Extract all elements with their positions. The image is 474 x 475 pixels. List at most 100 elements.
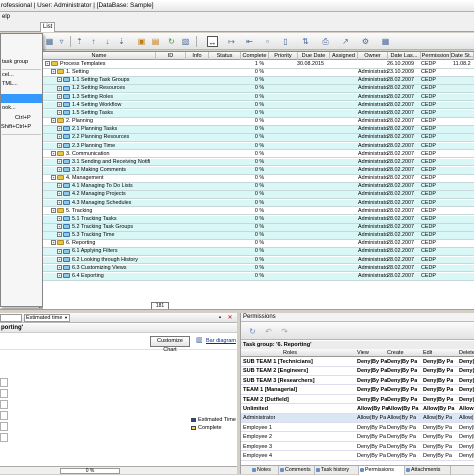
permission-delete-cell[interactable]: Deny|By Pa (459, 358, 474, 367)
expand-icon[interactable]: + (51, 69, 56, 75)
table-row[interactable]: +4.3 Managing Schedules 0 % Administrator 2… (43, 199, 474, 208)
column-header[interactable]: Edit (423, 349, 432, 357)
permission-edit-cell[interactable]: Deny|By Pa (423, 386, 453, 395)
permission-view-cell[interactable]: Allow|By Pa (357, 405, 389, 414)
expand-icon[interactable]: + (51, 150, 56, 156)
permission-view-cell[interactable]: Deny|By Pa (357, 358, 387, 367)
estimated-time-select[interactable]: Estimated time ▼ (24, 314, 70, 322)
table-row[interactable]: +2.2 Planning Resources 0 % Administrator 2… (43, 134, 474, 143)
expand-icon[interactable]: + (57, 183, 62, 189)
permission-row[interactable]: SUB TEAM 3 [Researchers] Deny|By Pa Deny|B… (241, 376, 474, 386)
calendar-icon[interactable]: ▦ (380, 36, 391, 47)
tree-icon[interactable]: ▦ (44, 36, 55, 47)
permission-edit-cell[interactable]: Deny|By Pa (423, 367, 453, 376)
permission-edit-cell[interactable]: Deny|By Pa (423, 452, 452, 461)
permission-edit-cell[interactable]: Allow|By Pa (423, 414, 452, 423)
table-row[interactable]: +1.5 Setting Tasks 0 % Administrator 28.02.… (43, 109, 474, 118)
permission-create-cell[interactable]: Deny|By Pa (387, 386, 417, 395)
permission-row[interactable]: Employee 2 Deny|By Pa Deny|By Pa Deny|By Pa… (241, 433, 474, 442)
column-header[interactable]: Priority (269, 52, 298, 60)
permission-create-cell[interactable]: Deny|By Pa (387, 358, 417, 367)
expand-icon[interactable]: + (57, 93, 62, 99)
refresh-icon[interactable]: ↻ (166, 36, 177, 47)
column-header[interactable]: Due Date (298, 52, 330, 60)
column-header[interactable]: ID (156, 52, 186, 60)
expand-icon[interactable]: + (57, 199, 62, 205)
folder-group-icon[interactable]: ▣ (136, 36, 147, 47)
permission-create-cell[interactable]: Allow|By Pa (387, 405, 419, 414)
permission-delete-cell[interactable]: Deny|By Pa (459, 433, 474, 442)
permission-delete-cell[interactable]: Deny|By Pa (459, 386, 474, 395)
chart-selector[interactable] (0, 314, 22, 322)
table-row[interactable]: +6.2 Looking through History 0 % Administr… (43, 256, 474, 265)
expand-icon[interactable]: + (57, 134, 62, 140)
permission-row[interactable]: TEAM 2 [Dutfield] Deny|By Pa Deny|By Pa Den… (241, 395, 474, 405)
expand-icon[interactable]: + (51, 175, 56, 181)
menu-item-new-task-group[interactable]: task group (1, 58, 42, 67)
permission-row[interactable]: TEAM 1 [Managerial] Deny|By Pa Deny|By Pa D… (241, 386, 474, 395)
permission-row[interactable]: Unlimited Allow|By Pa Allow|By Pa Allow|By … (241, 405, 474, 414)
column-header[interactable]: Status (209, 52, 241, 60)
table-row[interactable]: +5.3 Tracking Time 0 % Administrator 28.02.… (43, 232, 474, 240)
table-row[interactable]: +2.1 Planning Tasks 0 % Administrator 28.02… (43, 126, 474, 134)
table-row[interactable]: + Process Templates 1 % 30.08.2015 26.10.200… (43, 61, 474, 69)
menu-item-export-html[interactable]: TML... (1, 80, 42, 89)
permission-row[interactable]: Administrator Allow|By Pa Allow|By Pa Allow… (241, 414, 474, 423)
menu-item-print-preview[interactable]: Shift+Ctrl+P (1, 123, 42, 132)
column-header[interactable]: Delete (459, 349, 474, 357)
print-icon[interactable]: ⎙ (320, 36, 331, 47)
expand-icon[interactable]: + (57, 224, 62, 230)
pin-icon[interactable]: ▪ (216, 314, 224, 322)
permission-row[interactable]: SUB TEAM 1 [Technicians] Deny|By Pa Deny|B… (241, 358, 474, 367)
settings-icon[interactable]: ⚙ (360, 36, 371, 47)
permission-edit-cell[interactable]: Deny|By Pa (423, 433, 452, 442)
permission-view-cell[interactable]: Deny|By Pa (357, 386, 387, 395)
table-row[interactable]: +4. Management 0 % Administrator 28.02.2007… (43, 175, 474, 183)
expand-icon[interactable]: + (57, 232, 62, 238)
permission-delete-cell[interactable]: Deny|By Pa (459, 443, 474, 452)
expand-icon[interactable]: + (57, 101, 62, 107)
table-row[interactable]: +2.3 Planning Time 0 % Administrator 28.02.… (43, 142, 474, 151)
table-row[interactable]: +3. Communication 0 % Administrator 28.02.2… (43, 150, 474, 159)
menu-help[interactable]: elp (0, 14, 12, 20)
permission-delete-cell[interactable]: Deny|By Pa (459, 396, 474, 405)
arrow-up-icon[interactable]: ↑ (88, 36, 99, 47)
column-header[interactable]: Date Las... (388, 52, 421, 60)
expand-icon[interactable]: + (45, 61, 50, 67)
expand-icon[interactable]: + (57, 126, 62, 132)
permission-view-cell[interactable]: Deny|By Pa (357, 452, 386, 461)
move-up-icon[interactable]: ⇡ (74, 36, 85, 47)
permission-delete-cell[interactable]: Deny|By Pa (459, 424, 474, 433)
permission-edit-cell[interactable]: Deny|By Pa (423, 358, 453, 367)
permission-row[interactable]: Employee 1 Deny|By Pa Deny|By Pa Deny|By Pa… (241, 423, 474, 433)
permission-view-cell[interactable]: Deny|By Pa (357, 443, 386, 452)
table-row[interactable]: +5.1 Tracking Tasks 0 % Administrator 28.02… (43, 215, 474, 224)
refresh-icon[interactable]: ↻ (247, 326, 258, 337)
columns-icon[interactable]: ▯ (280, 36, 291, 47)
permission-delete-cell[interactable]: Allow|By Pa (459, 414, 474, 423)
table-row[interactable]: +4.2 Managing Projects 0 % Administrator 28… (43, 191, 474, 200)
column-header[interactable]: Name (43, 52, 156, 60)
move-down-icon[interactable]: ⇣ (116, 36, 127, 47)
permission-create-cell[interactable]: Deny|By Pa (387, 424, 416, 433)
fit-columns-icon[interactable]: ↦ (226, 36, 237, 47)
expand-icon[interactable]: + (57, 85, 62, 91)
permission-create-cell[interactable]: Deny|By Pa (387, 367, 417, 376)
permission-row[interactable]: SUB TEAM 2 [Engineers] Deny|By Pa Deny|By … (241, 367, 474, 376)
permission-view-cell[interactable]: Deny|By Pa (357, 433, 386, 442)
bar-diagram-link[interactable]: Bar diagram (206, 337, 236, 345)
permission-row[interactable]: Employee 4 Deny|By Pa Deny|By Pa Deny|By Pa… (241, 452, 474, 461)
table-row[interactable]: +1.4 Setting Workflow 0 % Administrator 28.… (43, 101, 474, 110)
table-row[interactable]: +6. Reporting 0 % Administrator 28.02.2007 C… (43, 240, 474, 248)
column-header[interactable]: Assigned (330, 52, 358, 60)
column-header[interactable]: Create (387, 349, 404, 357)
table-row[interactable]: +3.2 Making Comments 0 % Administrator 28.0… (43, 166, 474, 175)
table-row[interactable]: +5. Tracking 0 % Administrator 28.02.2007 CE… (43, 207, 474, 216)
table-row[interactable]: +6.4 Exporting 0 % Administrator 28.02.2007… (43, 272, 474, 281)
expand-collapse-icon[interactable]: ↔ (207, 36, 218, 47)
permission-delete-cell[interactable]: Deny|By Pa (459, 452, 474, 461)
permission-edit-cell[interactable]: Deny|By Pa (423, 443, 452, 452)
expand-icon[interactable]: + (57, 109, 62, 115)
customize-chart-button[interactable]: Customize Chart (150, 336, 190, 353)
expand-icon[interactable]: + (57, 264, 62, 270)
